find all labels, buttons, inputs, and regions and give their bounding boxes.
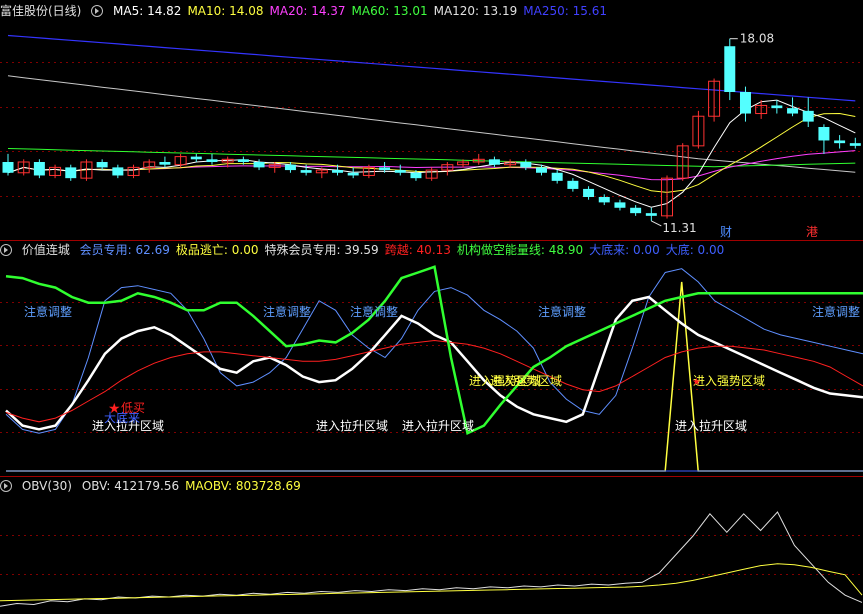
- candle-body-down: [583, 188, 595, 197]
- obv-panel-title: OBV(30): [21, 479, 72, 493]
- play-icon[interactable]: [91, 5, 104, 17]
- indicator-panel-header: 价值连城 会员专用: 62.69 极品逃亡: 0.00 特殊会员专用: 39.59 跨…: [0, 241, 736, 259]
- strong-zone-label: 进入强势区域: [693, 374, 765, 388]
- caution-label: 注意调整: [263, 304, 311, 319]
- indicator-legend-item: 跨越: 40.13: [384, 243, 451, 257]
- indicator-legend-item: 会员专用: 62.69: [79, 243, 170, 257]
- indicator-legend-item: 极品逃亡: 0.00: [175, 243, 259, 257]
- candle-body-down: [96, 162, 108, 168]
- caution-label: 注意调整: [538, 304, 586, 319]
- candle-body-down: [284, 164, 296, 171]
- obv-legend-item: OBV: 412179.56: [81, 479, 180, 493]
- obv-panel-header: OBV(30) OBV: 412179.56 MAOBV: 803728.69: [0, 477, 313, 495]
- candle-body-down: [724, 46, 736, 92]
- indicator-legend-item: 大底: 0.00: [665, 243, 725, 257]
- candle-body-down: [834, 140, 846, 144]
- ma-legend-item: MA250: 15.61: [523, 4, 607, 18]
- candle-body-down: [112, 167, 124, 176]
- candle-body-down: [237, 159, 249, 162]
- candle-body-down: [614, 202, 626, 208]
- rise-zone-label: 进入拉升区域: [675, 418, 747, 433]
- rise-zone-label: 进入拉升区域: [402, 418, 474, 433]
- candle-body-down: [190, 156, 202, 160]
- candle-body-down: [771, 105, 783, 109]
- ma-legend-item: MA20: 14.37: [269, 4, 346, 18]
- candle-body-down: [630, 207, 642, 214]
- candle-body-down: [520, 162, 532, 168]
- play-icon[interactable]: [0, 244, 12, 256]
- candle-body-down: [645, 213, 657, 216]
- indicator-legend: 会员专用: 62.69 极品逃亡: 0.00 特殊会员专用: 39.59 跨越: 40…: [80, 243, 731, 257]
- ma-legend-item: MA60: 13.01: [351, 4, 428, 18]
- ma60-line: [7, 148, 856, 168]
- rise-zone-label: 进入拉升区域: [316, 418, 388, 433]
- caution-label: 注意调整: [812, 304, 860, 319]
- maobv-line: [0, 563, 863, 602]
- caution-label: 注意调整: [350, 304, 398, 319]
- indicator-legend-item: 大底来: 0.00: [589, 243, 660, 257]
- candle-body-down: [787, 108, 799, 114]
- candle-body-down: [849, 143, 861, 146]
- candle-body-down: [300, 170, 312, 173]
- buy-label: 低买: [121, 401, 145, 415]
- event-tag-hk: 港: [806, 225, 818, 239]
- candle-body-down: [598, 197, 610, 203]
- obv-line: [0, 511, 863, 607]
- indicator-legend-item: 机构做空能量线: 48.90: [456, 243, 584, 257]
- event-tag-finance: 财: [720, 225, 732, 239]
- indicator-chart[interactable]: 注意调整 注意调整 注意调整 注意调整 注意调整进入拉升区域 进入拉升区域 进入拉升区域 进入…: [0, 259, 863, 475]
- price-chart[interactable]: 18.08 11.31 财 港: [0, 18, 863, 240]
- buy-star-icon: ★: [108, 401, 121, 417]
- obv-chart[interactable]: [0, 495, 863, 614]
- caution-label: 注意调整: [24, 304, 72, 319]
- candle-body-down: [410, 172, 422, 179]
- low-marker: [651, 220, 662, 227]
- ma-legend-item: MA120: 13.19: [433, 4, 518, 18]
- candle-body-down: [802, 110, 814, 122]
- high-label: 18.08: [740, 32, 774, 46]
- candle-body-down: [33, 162, 45, 176]
- candle-body-down: [739, 92, 751, 114]
- candle-body-down: [206, 159, 218, 162]
- candle-body-down: [535, 167, 547, 173]
- candle-body-down: [347, 172, 359, 176]
- buy-star-icon: ★: [692, 377, 701, 388]
- main-panel-title: 富佳股份(日线): [0, 4, 82, 18]
- obv-legend: OBV: 412179.56 MAOBV: 803728.69: [82, 479, 307, 493]
- obv-legend-item: MAOBV: 803728.69: [185, 479, 301, 493]
- indicator-panel-title: 价值连城: [21, 243, 70, 257]
- candle-body-down: [332, 170, 344, 173]
- ma-legend: MA5: 14.82 MA10: 14.08 MA20: 14.37 MA60: 13…: [113, 4, 613, 18]
- low-label: 11.31: [662, 221, 696, 235]
- candle-body-down: [65, 167, 77, 179]
- candle-body-down: [159, 162, 171, 165]
- candle-body-down: [567, 180, 579, 189]
- candle-body-down: [488, 159, 500, 165]
- ma5-line: [7, 99, 856, 208]
- strong-zone-label: 进入强势区域: [490, 374, 562, 388]
- candle-body-down: [818, 127, 830, 141]
- candle-body-down: [551, 172, 563, 181]
- ma-legend-item: MA10: 14.08: [187, 4, 264, 18]
- play-icon[interactable]: [0, 480, 12, 492]
- candle-body-down: [2, 162, 14, 173]
- candle-body-down: [379, 167, 391, 171]
- ma-legend-item: MA5: 14.82: [113, 4, 182, 18]
- indicator-legend-item: 特殊会员专用: 39.59: [264, 243, 379, 257]
- candle-body-down: [394, 170, 406, 173]
- candle-body-down: [253, 162, 265, 168]
